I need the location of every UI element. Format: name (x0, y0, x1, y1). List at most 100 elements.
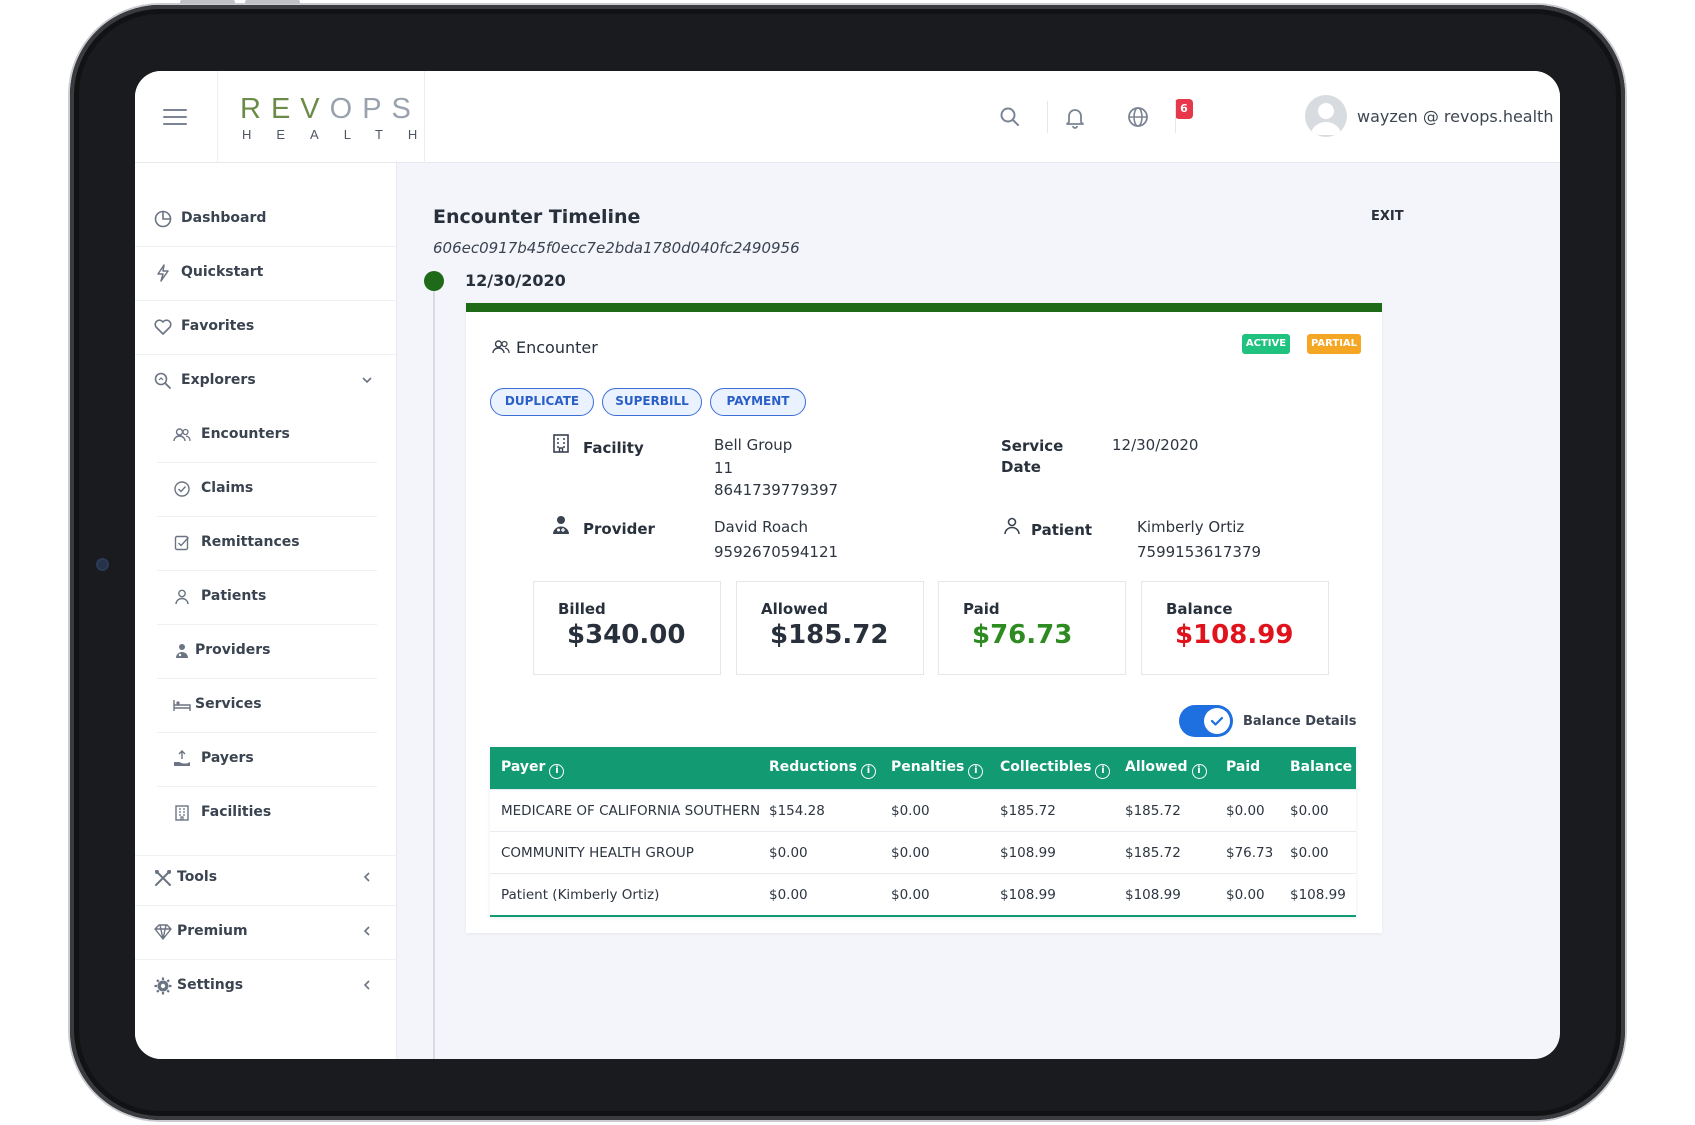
col-balance[interactable]: Balance (1290, 759, 1352, 775)
cell-payer: Patient (Kimberly Ortiz) (501, 887, 660, 903)
facility-label: Facility (583, 439, 644, 457)
stat-paid: Paid $76.73 (938, 581, 1126, 675)
app-screen: REVOPS HEALTH 6 wayzen @ revops.health D… (135, 71, 1560, 1059)
provider-label: Provider (583, 520, 655, 538)
col-payer[interactable]: Payer i (501, 759, 565, 779)
sidebar-item-label: Services (195, 696, 262, 712)
card-title: Encounter (516, 338, 598, 357)
lightning-icon (157, 264, 169, 282)
table-header: Payer i Reductions i Penalties i Collectibl… (490, 747, 1356, 789)
sidebar-item-services[interactable]: Services (157, 679, 377, 733)
stat-value: $108.99 (1175, 620, 1294, 650)
sidebar-item-label: Tools (177, 869, 218, 885)
col-collectibles[interactable]: Collectibles i (1000, 759, 1111, 779)
sidebar-item-quickstart[interactable]: Quickstart (135, 247, 397, 301)
sidebar-item-payers[interactable]: Payers (157, 733, 377, 787)
sidebar-item-label: Quickstart (181, 264, 264, 280)
table-row[interactable]: Patient (Kimberly Ortiz) $0.00 $0.00 $10… (490, 873, 1356, 915)
table-row[interactable]: COMMUNITY HEALTH GROUP $0.00 $0.00 $108.… (490, 831, 1356, 873)
info-icon[interactable]: i (1095, 764, 1111, 779)
sidebar-item-providers[interactable]: Providers (157, 625, 377, 679)
info-icon[interactable]: i (1191, 764, 1207, 779)
topbar-divider (1047, 101, 1048, 133)
info-icon[interactable]: i (860, 764, 876, 779)
col-label: Allowed (1125, 759, 1188, 775)
checked-doc-icon (174, 535, 190, 551)
pie-chart-icon (154, 210, 172, 228)
timeline-line (433, 278, 435, 1059)
sidebar-item-explorers[interactable]: Explorers (135, 355, 397, 409)
sidebar-item-label: Claims (201, 480, 254, 496)
stat-label: Paid (963, 600, 1000, 618)
cell-paid: $76.73 (1226, 845, 1274, 861)
building-icon (553, 434, 569, 453)
sidebar-item-settings[interactable]: Settings (135, 960, 397, 1014)
sidebar-item-premium[interactable]: Premium (135, 906, 397, 960)
logo-word-rev: REV (240, 93, 330, 125)
payment-button[interactable]: PAYMENT (710, 388, 806, 416)
sidebar-item-encounters[interactable]: Encounters (157, 409, 377, 463)
patient-name: Kimberly Ortiz (1137, 518, 1245, 536)
cell-collectibles: $108.99 (1000, 845, 1056, 861)
user-name[interactable]: wayzen @ revops.health (1357, 107, 1553, 126)
sidebar-item-dashboard[interactable]: Dashboard (135, 193, 397, 247)
menu-hamburger-icon[interactable] (163, 109, 187, 125)
stat-value: $185.72 (770, 620, 889, 650)
cell-payer: MEDICARE OF CALIFORNIA SOUTHERN (501, 803, 761, 819)
col-penalties[interactable]: Penalties i (891, 759, 984, 779)
heart-icon (154, 319, 172, 335)
facility-line2: 11 (714, 459, 734, 477)
chevron-left-icon (363, 872, 370, 882)
search-analytics-icon (154, 372, 171, 389)
sidebar-item-patients[interactable]: Patients (157, 571, 377, 625)
timeline-dot (424, 271, 444, 291)
sidebar-item-claims[interactable]: Claims (157, 463, 377, 517)
avatar[interactable] (1305, 95, 1347, 137)
balance-details-toggle[interactable] (1179, 705, 1233, 737)
cell-collectibles: $185.72 (1000, 803, 1056, 819)
sidebar-item-tools[interactable]: Tools (135, 852, 397, 906)
sidebar-item-label: Providers (195, 642, 271, 658)
service-date-label-line2: Date (1001, 458, 1041, 476)
facility-name: Bell Group (714, 436, 793, 454)
col-label: Reductions (769, 759, 857, 775)
user-icon (175, 589, 189, 605)
user-avatar-icon (1311, 103, 1341, 135)
col-reductions[interactable]: Reductions i (769, 759, 876, 779)
bell-icon[interactable] (1062, 104, 1088, 130)
users-icon (492, 340, 510, 354)
hand-money-icon (174, 750, 190, 766)
table-row[interactable]: MEDICARE OF CALIFORNIA SOUTHERN $154.28 … (490, 789, 1356, 831)
tools-icon (155, 870, 171, 886)
cell-paid: $0.00 (1226, 887, 1265, 903)
search-icon[interactable] (997, 104, 1023, 130)
stat-allowed: Allowed $185.72 (736, 581, 924, 675)
doctor-icon (176, 644, 188, 658)
stat-label: Allowed (761, 600, 828, 618)
volume-down-button (245, 0, 300, 4)
cell-penalties: $0.00 (891, 803, 930, 819)
cell-collectibles: $108.99 (1000, 887, 1056, 903)
info-icon[interactable]: i (968, 764, 984, 779)
sidebar-item-facilities[interactable]: Facilities (157, 787, 377, 841)
logo-word-health: HEALTH (242, 127, 443, 142)
sidebar-item-favorites[interactable]: Favorites (135, 301, 397, 355)
exit-button[interactable]: EXIT (1371, 209, 1404, 224)
sidebar-item-label: Settings (177, 977, 244, 993)
info-icon[interactable]: i (549, 764, 565, 779)
col-paid[interactable]: Paid (1226, 759, 1260, 775)
col-allowed[interactable]: Allowed i (1125, 759, 1207, 779)
sidebar-item-remittances[interactable]: Remittances (157, 517, 377, 571)
duplicate-button[interactable]: DUPLICATE (490, 388, 594, 416)
globe-icon[interactable] (1125, 104, 1151, 130)
cell-paid: $0.00 (1226, 803, 1265, 819)
bed-icon (173, 700, 191, 711)
stat-value: $76.73 (972, 620, 1073, 650)
patient-label: Patient (1031, 521, 1093, 539)
top-bar: REVOPS HEALTH 6 wayzen @ revops.health (135, 71, 1560, 163)
superbill-button[interactable]: SUPERBILL (602, 388, 702, 416)
stat-label: Balance (1166, 600, 1233, 618)
notification-badge: 6 (1175, 99, 1193, 119)
cell-reductions: $0.00 (769, 845, 808, 861)
checkmark-icon (1210, 716, 1224, 726)
